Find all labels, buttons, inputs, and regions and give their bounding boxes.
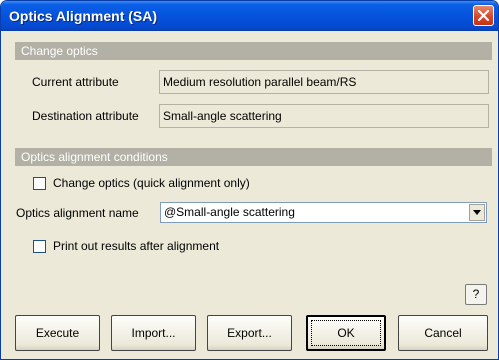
help-button[interactable]: ? xyxy=(465,284,487,305)
close-button[interactable] xyxy=(473,5,494,26)
destination-attribute-field: Small-angle scattering xyxy=(159,104,489,128)
title-bar[interactable]: Optics Alignment (SA) xyxy=(1,1,498,31)
import-button[interactable]: Import... xyxy=(111,315,196,351)
alignment-name-label: Optics alignment name xyxy=(16,206,139,220)
optics-alignment-dialog: Optics Alignment (SA) Change optics Curr… xyxy=(0,0,499,360)
execute-button[interactable]: Execute xyxy=(15,315,100,351)
chevron-down-icon xyxy=(473,210,481,215)
alignment-conditions-header: Optics alignment conditions xyxy=(15,148,492,166)
export-button[interactable]: Export... xyxy=(207,315,292,351)
dialog-body: Change optics Current attribute Medium r… xyxy=(5,31,494,355)
current-attribute-label: Current attribute xyxy=(32,75,119,89)
destination-attribute-label: Destination attribute xyxy=(32,109,139,123)
ok-button[interactable]: OK xyxy=(306,315,386,351)
print-results-checkbox[interactable] xyxy=(33,240,46,253)
change-optics-header: Change optics xyxy=(15,42,492,60)
alignment-name-value: @Small-angle scattering xyxy=(164,205,295,219)
alignment-name-select[interactable]: @Small-angle scattering xyxy=(160,202,487,223)
current-attribute-field: Medium resolution parallel beam/RS xyxy=(159,70,489,94)
cancel-button[interactable]: Cancel xyxy=(398,315,488,351)
focus-rectangle xyxy=(311,320,381,346)
quick-alignment-label[interactable]: Change optics (quick alignment only) xyxy=(53,176,250,190)
close-icon xyxy=(477,9,490,22)
alignment-name-dropdown-button[interactable] xyxy=(469,204,485,221)
print-results-label[interactable]: Print out results after alignment xyxy=(53,239,219,253)
window-title: Optics Alignment (SA) xyxy=(9,8,158,24)
quick-alignment-checkbox[interactable] xyxy=(33,177,46,190)
